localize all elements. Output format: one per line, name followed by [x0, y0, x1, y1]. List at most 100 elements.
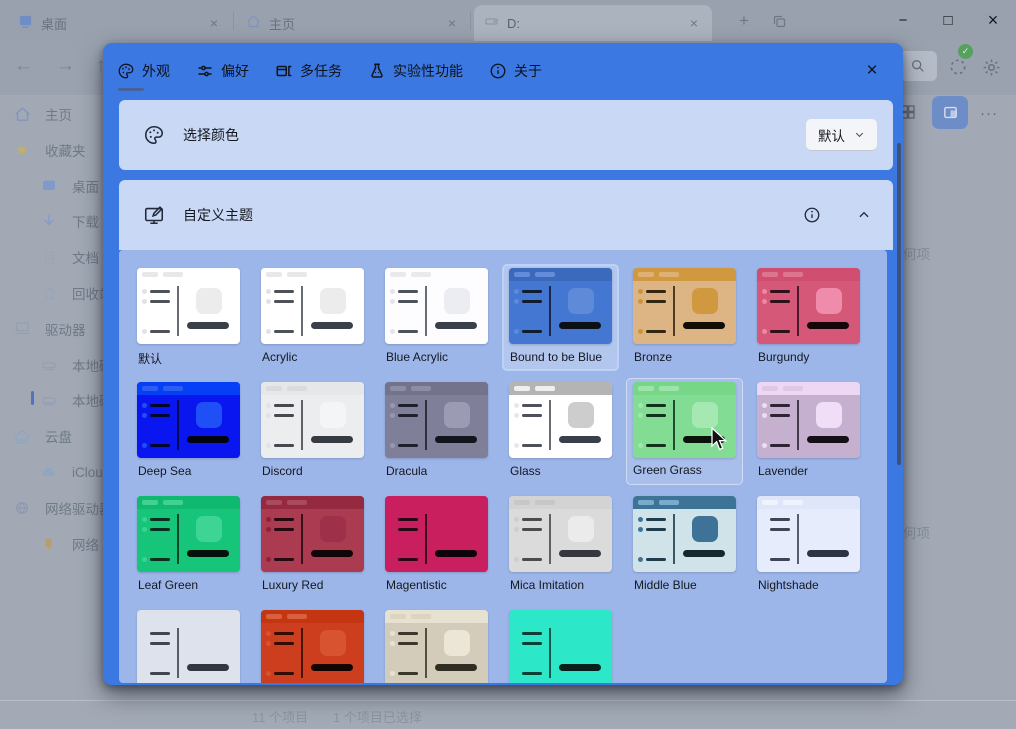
- theme-preview-dot: [762, 443, 767, 448]
- theme-card-Leaf Green[interactable]: Leaf Green: [130, 492, 247, 599]
- theme-card-Discord[interactable]: Discord: [254, 378, 371, 485]
- theme-card-Luxury Red[interactable]: Luxury Red: [254, 492, 371, 599]
- theme-card-Deep Sea[interactable]: Deep Sea: [130, 378, 247, 485]
- dialog-close-button[interactable]: ×: [855, 55, 889, 87]
- theme-card-Lavender[interactable]: Lavender: [750, 378, 867, 485]
- theme-preview-line: [398, 632, 418, 635]
- more-icon[interactable]: ···: [975, 101, 1003, 125]
- theme-preview-dot: [266, 289, 271, 294]
- theme-preview-textbar: [311, 550, 353, 557]
- theme-card-Mica Imitation[interactable]: Mica Imitation: [502, 492, 619, 599]
- cloud-drive-icon: [13, 427, 31, 445]
- theme-name: Leaf Green: [138, 578, 198, 592]
- tab-label: 桌面: [41, 14, 198, 33]
- theme-preview-titlebar: [633, 268, 736, 281]
- theme-preview-divider: [425, 628, 427, 678]
- theme-preview: [261, 268, 364, 344]
- theme-preview-divider: [425, 286, 427, 336]
- settings-tab-关于[interactable]: 关于: [489, 43, 542, 98]
- theme-card-Burgundy[interactable]: Burgundy: [750, 264, 867, 371]
- search-icon[interactable]: [899, 51, 937, 81]
- theme-card-row4-0[interactable]: [130, 606, 247, 683]
- theme-preview-tab: [659, 500, 679, 505]
- theme-card-row4-2[interactable]: [378, 606, 495, 683]
- theme-card-row4-1[interactable]: [254, 606, 371, 683]
- theme-card-Acrylic[interactable]: Acrylic: [254, 264, 371, 371]
- theme-preview-line: [646, 404, 666, 407]
- preview-pane-button[interactable]: [932, 96, 968, 129]
- theme-preview-line: [150, 300, 170, 303]
- theme-preview-line: [646, 414, 666, 417]
- theme-preview-dot: [390, 329, 395, 334]
- theme-card-Dracula[interactable]: Dracula: [378, 378, 495, 485]
- theme-preview-titlebar: [509, 382, 612, 395]
- theme-card-默认[interactable]: 默认: [130, 264, 247, 371]
- theme-brush-icon: [143, 204, 165, 226]
- theme-card-Glass[interactable]: Glass: [502, 378, 619, 485]
- theme-card-Magentistic[interactable]: Magentistic: [378, 492, 495, 599]
- theme-preview-line: [522, 528, 542, 531]
- theme-preview-tab: [390, 614, 406, 619]
- theme-card-row4-3[interactable]: [502, 606, 619, 683]
- theme-preview-textbar: [807, 322, 849, 329]
- theme-preview: [385, 496, 488, 572]
- theme-preview: [261, 496, 364, 572]
- info-icon[interactable]: [797, 200, 827, 230]
- theme-preview-tab: [287, 614, 307, 619]
- theme-name: Blue Acrylic: [386, 350, 448, 364]
- settings-tab-实验性功能[interactable]: 实验性功能: [368, 43, 463, 98]
- theme-card-Middle Blue[interactable]: Middle Blue: [626, 492, 743, 599]
- duplicate-tab-icon[interactable]: [766, 8, 792, 34]
- forward-icon[interactable]: →: [56, 55, 75, 77]
- theme-preview-line: [150, 632, 170, 635]
- tab-close-icon[interactable]: ×: [206, 15, 222, 31]
- theme-preview-divider: [301, 286, 303, 336]
- theme-preview-titlebar: [137, 268, 240, 281]
- maximize-button[interactable]: □: [926, 0, 970, 40]
- app-window: 桌面×主页×D:× + − □ × ← → ↑ ✓ ··· 主页★收藏夹桌面下载…: [0, 0, 1016, 729]
- theme-preview-line: [522, 672, 542, 675]
- window-tab-0[interactable]: 桌面 ×: [8, 5, 232, 41]
- back-icon[interactable]: ←: [14, 55, 33, 77]
- window-tab-1[interactable]: 主页×: [236, 5, 470, 41]
- new-tab-button[interactable]: +: [731, 8, 757, 34]
- theme-preview-folder: [692, 402, 718, 428]
- dialog-scrollbar[interactable]: [897, 143, 901, 465]
- theme-preview-line: [274, 300, 294, 303]
- theme-name: Bronze: [634, 350, 672, 364]
- theme-preview-line: [522, 300, 542, 303]
- chevron-up-icon[interactable]: [849, 200, 879, 230]
- sidebar-item-label: 网络: [72, 534, 99, 554]
- theme-preview-dot: [638, 403, 643, 408]
- theme-card-Nightshade[interactable]: Nightshade: [750, 492, 867, 599]
- theme-card-Blue Acrylic[interactable]: Blue Acrylic: [378, 264, 495, 371]
- theme-preview-line: [150, 330, 170, 333]
- window-tab-2[interactable]: D:×: [474, 5, 712, 41]
- theme-preview-titlebar: [385, 610, 488, 623]
- theme-preview-line: [398, 414, 418, 417]
- color-mode-value: 默认: [818, 125, 845, 145]
- settings-tab-外观[interactable]: 外观: [117, 43, 170, 98]
- color-mode-dropdown[interactable]: 默认: [806, 119, 877, 151]
- theme-preview-dot: [142, 299, 147, 304]
- theme-preview: [757, 382, 860, 458]
- theme-grid: 默认Acrylic Blue Acrylic Bound to be Blue Bro…: [119, 250, 887, 683]
- theme-preview-folder: [320, 516, 346, 542]
- theme-card-Bronze[interactable]: Bronze: [626, 264, 743, 371]
- gear-icon[interactable]: [978, 54, 1004, 80]
- close-window-button[interactable]: ×: [971, 0, 1015, 40]
- settings-tab-偏好[interactable]: 偏好: [196, 43, 249, 98]
- theme-preview-textbar: [435, 322, 477, 329]
- minimize-button[interactable]: −: [881, 0, 925, 40]
- theme-preview-titlebar: [633, 496, 736, 509]
- theme-preview-line: [274, 672, 294, 675]
- theme-preview: [757, 496, 860, 572]
- tab-close-icon[interactable]: ×: [686, 15, 702, 31]
- theme-preview-textbar: [435, 550, 477, 557]
- settings-tab-多任务[interactable]: 多任务: [275, 43, 342, 98]
- theme-preview-tab: [411, 614, 431, 619]
- theme-preview-tab: [142, 386, 158, 391]
- tab-close-icon[interactable]: ×: [444, 15, 460, 31]
- theme-card-Bound to be Blue[interactable]: Bound to be Blue: [502, 264, 619, 371]
- custom-theme-section[interactable]: 自定义主题: [119, 180, 893, 250]
